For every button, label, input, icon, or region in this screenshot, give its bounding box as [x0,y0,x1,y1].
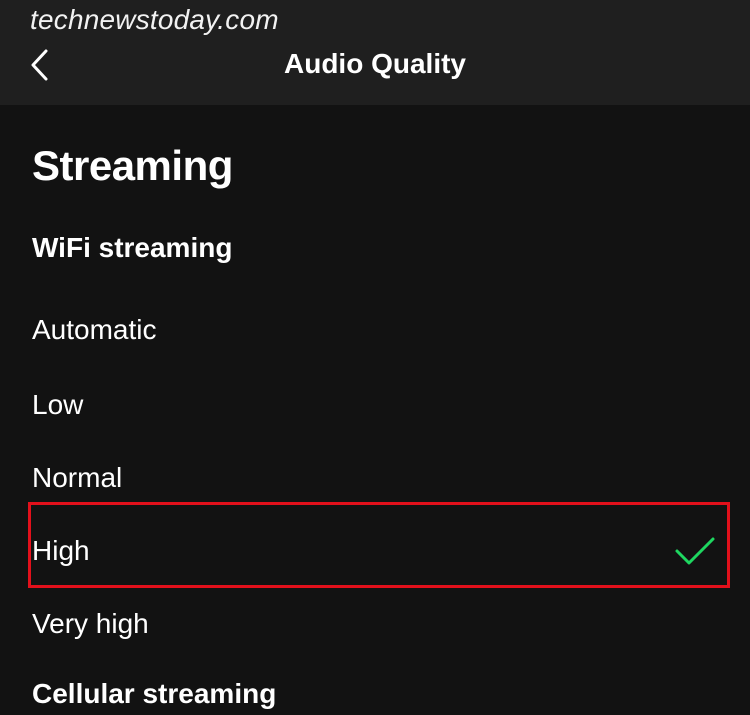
option-label: Low [32,389,84,420]
option-label: High [32,535,90,566]
top-bar: technewstoday.com Audio Quality [0,0,750,105]
section-title-streaming: Streaming [32,142,233,189]
option-normal[interactable]: Normal [0,448,750,508]
option-low[interactable]: Low [0,375,750,435]
option-high[interactable]: High [0,521,750,581]
option-label: Normal [32,462,123,493]
option-very-high[interactable]: Very high [0,594,750,654]
option-label: Very high [32,608,149,639]
option-automatic[interactable]: Automatic [0,300,750,360]
watermark-text: technewstoday.com [30,4,279,35]
page-title: Audio Quality [284,48,466,79]
option-label: Automatic [32,314,157,345]
checkmark-icon [675,537,715,565]
cellular-streaming-heading: Cellular streaming [32,678,277,709]
wifi-streaming-heading: WiFi streaming [32,232,233,263]
